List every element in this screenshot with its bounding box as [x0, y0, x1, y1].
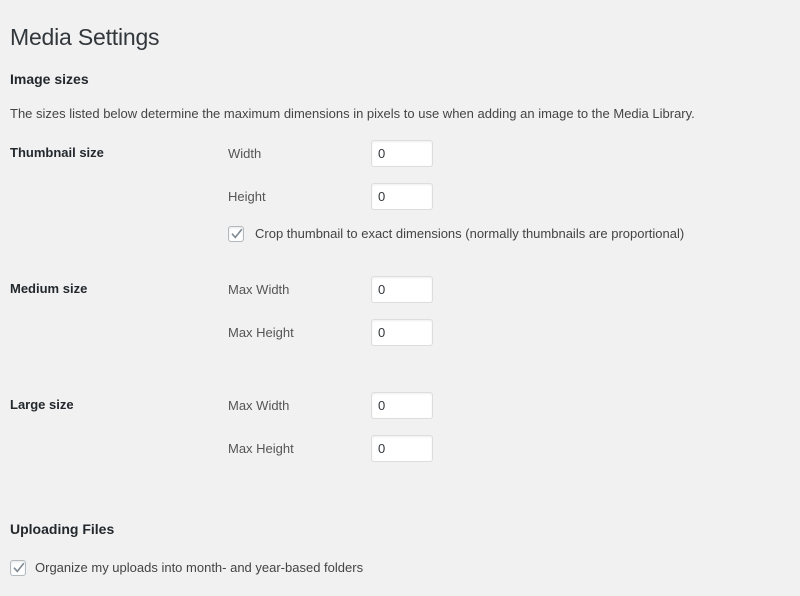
row-label-medium-size: Medium size: [10, 281, 88, 296]
form-row-thumbnail-height: Height: [0, 183, 800, 210]
form-row-large-width: Large size Max Width: [0, 392, 800, 419]
field-label-thumbnail-height: Height: [228, 189, 266, 204]
field-label-thumbnail-width: Width: [228, 146, 262, 161]
checkmark-icon: [231, 228, 243, 239]
input-medium-max-height[interactable]: [371, 319, 433, 346]
row-label-thumbnail-size: Thumbnail size: [10, 145, 104, 160]
row-label-large-size: Large size: [10, 397, 74, 412]
form-row-large-height: Max Height: [0, 435, 800, 462]
image-sizes-description: The sizes listed below determine the max…: [10, 106, 695, 121]
input-large-max-width[interactable]: [371, 392, 433, 419]
checkmark-icon: [13, 562, 25, 573]
organize-uploads-label: Organize my uploads into month- and year…: [35, 560, 364, 575]
form-row-medium-height: Max Height: [0, 319, 800, 346]
input-medium-max-width[interactable]: [371, 276, 433, 303]
field-label-medium-max-height: Max Height: [228, 325, 294, 340]
crop-thumbnail-checkbox[interactable]: [228, 226, 244, 242]
section-heading-image-sizes: Image sizes: [10, 70, 89, 87]
media-settings-page: Media Settings Image sizes The sizes lis…: [0, 0, 800, 596]
page-title: Media Settings: [10, 24, 160, 51]
crop-thumbnail-label: Crop thumbnail to exact dimensions (norm…: [255, 226, 685, 241]
field-label-large-max-width: Max Width: [228, 398, 290, 413]
section-heading-uploading-files: Uploading Files: [10, 520, 115, 537]
field-label-medium-max-width: Max Width: [228, 282, 290, 297]
form-row-medium-width: Medium size Max Width: [0, 276, 800, 303]
input-thumbnail-height[interactable]: [371, 183, 433, 210]
input-thumbnail-width[interactable]: [371, 140, 433, 167]
field-label-large-max-height: Max Height: [228, 441, 294, 456]
organize-uploads-checkbox[interactable]: [10, 560, 26, 576]
input-large-max-height[interactable]: [371, 435, 433, 462]
form-row-thumbnail-width: Thumbnail size Width: [0, 140, 800, 167]
